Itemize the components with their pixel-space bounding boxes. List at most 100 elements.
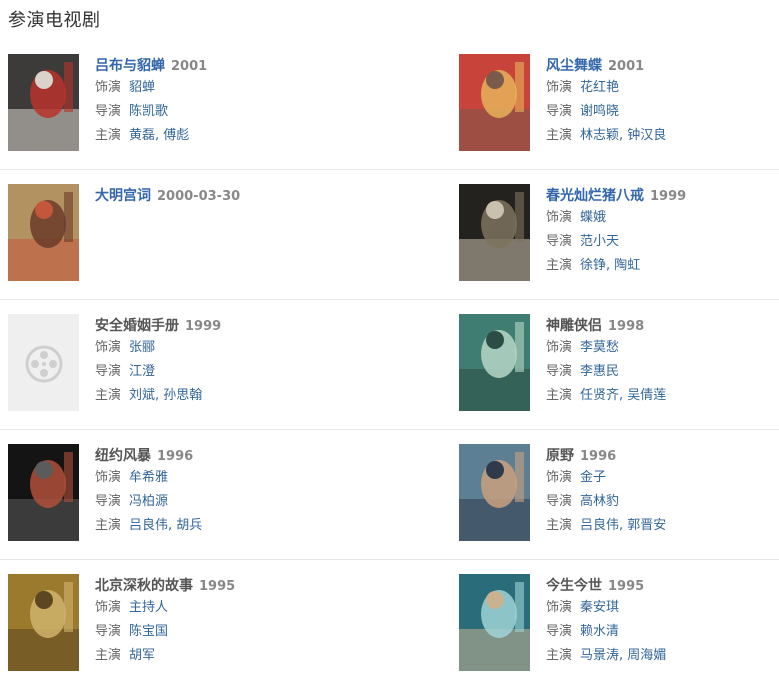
role-label: 饰演 (95, 80, 122, 95)
role-row: 饰演 主持人 (95, 596, 335, 620)
drama-card[interactable]: 神雕侠侣 1998 饰演 李莫愁导演 李惠民 主演 任贤齐, 吴倩莲 (459, 314, 779, 414)
role-label: 饰演 (546, 340, 573, 355)
poster-image[interactable] (459, 574, 530, 671)
drama-year: 1996 (157, 449, 194, 464)
drama-card[interactable]: 纽约风暴 1996 饰演 牟希雅 导演 冯柏源 主演 吕良伟, 胡兵 (8, 444, 338, 544)
drama-title-link[interactable]: 北京深秋的故事 (95, 578, 193, 594)
director-label: 导演 (95, 104, 122, 119)
role-row: 饰演 金子 (546, 466, 779, 490)
cast-value-link[interactable]: 胡军 (129, 648, 155, 663)
poster-art-icon (459, 184, 530, 281)
director-row: 导演 赖水清 (546, 620, 779, 644)
role-label: 饰演 (546, 600, 573, 615)
drama-card[interactable]: 吕布与貂蝉 2001 饰演 貂蝉 导演 陈凯歌 主演 黄磊, 傅彪 (8, 54, 338, 154)
poster-placeholder[interactable] (8, 314, 79, 411)
cast-label: 主演 (546, 518, 573, 533)
role-row: 饰演 秦安琪 (546, 596, 779, 620)
drama-card[interactable]: 北京深秋的故事 1995 饰演 主持人 导演 陈宝国 主演 胡军 (8, 574, 338, 674)
role-value-link[interactable]: 主持人 (129, 600, 168, 615)
poster-image[interactable] (8, 574, 79, 671)
title-line: 风尘舞蝶 2001 (546, 54, 779, 76)
director-value-link[interactable]: 冯柏源 (129, 494, 168, 509)
cast-label: 主演 (546, 258, 573, 273)
cast-row: 主演 吕良伟, 胡兵 (95, 514, 335, 538)
role-row: 饰演 貂蝉 (95, 76, 335, 100)
director-row: 导演 陈凯歌 (95, 100, 335, 124)
title-line: 北京深秋的故事 1995 (95, 574, 335, 596)
director-row: 导演 陈宝国 (95, 620, 335, 644)
role-value-link[interactable]: 秦安琪 (580, 600, 619, 615)
drama-card[interactable]: 风尘舞蝶 2001 饰演 花红艳 导演 谢鸣晓 主演 林志颖, 钟汉良 (459, 54, 779, 154)
section-title: 参演电视剧 (8, 10, 101, 31)
role-label: 饰演 (546, 210, 573, 225)
role-value-link[interactable]: 花红艳 (580, 80, 619, 95)
drama-info: 安全婚姻手册 1999 饰演 张郦 导演 江澄 主演 刘斌, 孙思翰 (95, 314, 335, 408)
drama-year: 1995 (199, 579, 236, 594)
cast-value-link[interactable]: 刘斌, 孙思翰 (129, 388, 202, 403)
director-label: 导演 (95, 364, 122, 379)
poster-image[interactable] (8, 184, 79, 281)
poster-image[interactable] (8, 54, 79, 151)
director-value-link[interactable]: 江澄 (129, 364, 155, 379)
role-row: 饰演 蝶娥 (546, 206, 779, 230)
director-value-link[interactable]: 赖水清 (580, 624, 619, 639)
role-value-link[interactable]: 蝶娥 (580, 210, 606, 225)
cast-label: 主演 (95, 648, 122, 663)
role-value-link[interactable]: 张郦 (129, 340, 155, 355)
drama-title-link[interactable]: 神雕侠侣 (546, 318, 602, 334)
cast-value-link[interactable]: 吕良伟, 郭晋安 (580, 518, 666, 533)
drama-title-link[interactable]: 春光灿烂猪八戒 (546, 188, 644, 204)
cast-value-link[interactable]: 黄磊, 傅彪 (129, 128, 189, 143)
cast-row: 主演 胡军 (95, 644, 335, 668)
poster-image[interactable] (459, 444, 530, 541)
role-value-link[interactable]: 貂蝉 (129, 80, 155, 95)
drama-title-link[interactable]: 风尘舞蝶 (546, 58, 602, 74)
drama-card[interactable]: 大明宫词 2000-03-30 (8, 184, 338, 284)
title-line: 吕布与貂蝉 2001 (95, 54, 335, 76)
role-value-link[interactable]: 牟希雅 (129, 470, 168, 485)
drama-card[interactable]: 今生今世 1995 饰演 秦安琪 导演 赖水清 主演 马景涛, 周海媚 (459, 574, 779, 674)
cast-row: 主演 任贤齐, 吴倩莲 (546, 384, 779, 408)
poster-art-icon (459, 444, 530, 541)
film-reel-icon (25, 345, 63, 383)
tv-drama-grid: 吕布与貂蝉 2001 饰演 貂蝉 导演 陈凯歌 主演 黄磊, 傅彪 风尘舞蝶 2001 饰演 花红艳… (0, 40, 779, 689)
cast-row: 主演 马景涛, 周海媚 (546, 644, 779, 668)
drama-title-link[interactable]: 今生今世 (546, 578, 602, 594)
drama-year: 1999 (650, 189, 687, 204)
cast-value-link[interactable]: 徐铮, 陶虹 (580, 258, 640, 273)
poster-image[interactable] (8, 444, 79, 541)
poster-image[interactable] (459, 184, 530, 281)
director-value-link[interactable]: 高林豹 (580, 494, 619, 509)
director-value-link[interactable]: 李惠民 (580, 364, 619, 379)
cast-value-link[interactable]: 马景涛, 周海媚 (580, 648, 666, 663)
director-label: 导演 (95, 624, 122, 639)
cast-value-link[interactable]: 任贤齐, 吴倩莲 (580, 388, 666, 403)
drama-card[interactable]: 原野 1996 饰演 金子 导演 高林豹 主演 吕良伟, 郭晋安 (459, 444, 779, 544)
role-label: 饰演 (546, 470, 573, 485)
role-value-link[interactable]: 李莫愁 (580, 340, 619, 355)
cast-label: 主演 (546, 128, 573, 143)
grid-row: 北京深秋的故事 1995 饰演 主持人 导演 陈宝国 主演 胡军 今生今世 1995 饰演 秦安琪导… (0, 560, 779, 689)
cast-value-link[interactable]: 林志颖, 钟汉良 (580, 128, 666, 143)
director-value-link[interactable]: 范小天 (580, 234, 619, 249)
director-label: 导演 (546, 494, 573, 509)
drama-card[interactable]: 春光灿烂猪八戒 1999 饰演 蝶娥 导演 范小天 主演 徐铮, 陶虹 (459, 184, 779, 284)
drama-title-link[interactable]: 纽约风暴 (95, 448, 151, 464)
drama-card[interactable]: 安全婚姻手册 1999 饰演 张郦 导演 江澄 主演 刘斌, 孙思翰 (8, 314, 338, 414)
poster-image[interactable] (459, 314, 530, 411)
drama-title-link[interactable]: 大明宫词 (95, 188, 151, 204)
director-value-link[interactable]: 陈宝国 (129, 624, 168, 639)
drama-year: 1998 (608, 319, 645, 334)
role-value-link[interactable]: 金子 (580, 470, 606, 485)
cast-value-link[interactable]: 吕良伟, 胡兵 (129, 518, 202, 533)
poster-image[interactable] (459, 54, 530, 151)
drama-title-link[interactable]: 原野 (546, 448, 574, 464)
director-value-link[interactable]: 陈凯歌 (129, 104, 168, 119)
title-line: 大明宫词 2000-03-30 (95, 184, 335, 206)
drama-title-link[interactable]: 吕布与貂蝉 (95, 58, 165, 74)
director-row: 导演 李惠民 (546, 360, 779, 384)
director-value-link[interactable]: 谢鸣晓 (580, 104, 619, 119)
drama-title-link[interactable]: 安全婚姻手册 (95, 318, 179, 334)
role-row: 饰演 牟希雅 (95, 466, 335, 490)
title-line: 春光灿烂猪八戒 1999 (546, 184, 779, 206)
